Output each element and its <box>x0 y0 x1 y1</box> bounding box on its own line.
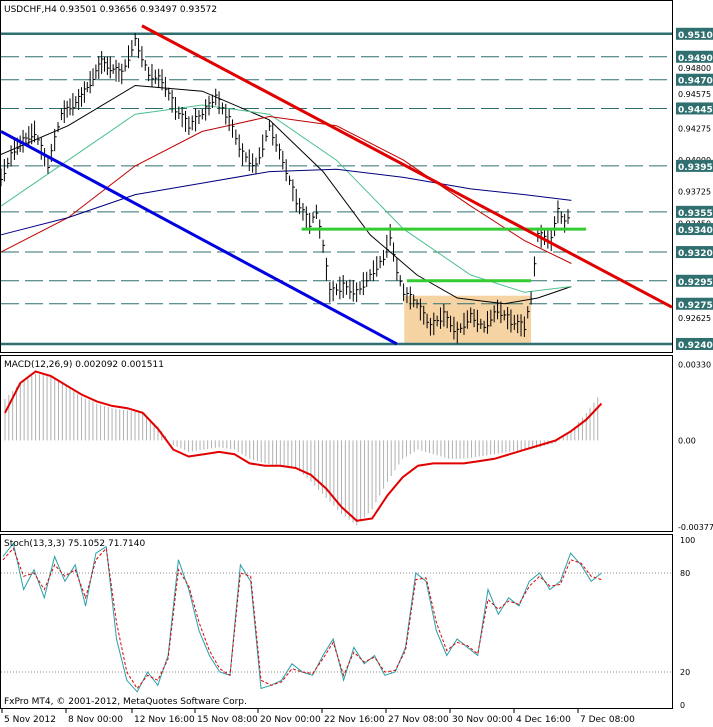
price-axis-label: 0.93725 <box>678 188 711 197</box>
price-axis-label: 0.92950 <box>678 278 713 288</box>
price-axis-label: 0.92400 <box>678 341 713 351</box>
x-axis-label: 5 Nov 2012 <box>4 715 56 725</box>
price-axis-label: 0.95100 <box>678 31 713 41</box>
price-axis-label: 0.92750 <box>678 301 713 311</box>
price-axis-label: 0.93200 <box>678 249 713 259</box>
price-axis-label: 0.94450 <box>678 105 713 115</box>
x-axis-label: 30 Nov 00:00 <box>452 715 513 725</box>
price-axis-label: 0.94700 <box>678 77 713 87</box>
copyright-text: FxPro MT4, © 2001-2012, MetaQuotes Softw… <box>4 697 247 707</box>
price-axis-label: 0.94800 <box>678 64 711 73</box>
stoch-axis-label: 20 <box>680 668 690 677</box>
chart-area: 0.95100 0.949000.94800 0.94700 0.94575 0.944… <box>0 0 713 725</box>
x-axis-label: 4 Dec 16:00 <box>516 715 571 725</box>
price-axis-label: 0.93400 <box>678 226 713 236</box>
macd-panel <box>0 355 673 532</box>
x-axis-label: 8 Nov 00:00 <box>68 715 123 725</box>
price-axis-label: 0.94575 <box>678 90 711 99</box>
price-chart-title: USDCHF,H4 0.93501 0.93656 0.93497 0.9357… <box>4 5 217 15</box>
macd-axis-label: 0.00330 <box>678 361 711 370</box>
macd-axis-label: -0.00377 <box>678 523 713 532</box>
stoch-axis-label: 80 <box>680 569 690 578</box>
price-axis-label: 0.92625 <box>678 314 711 323</box>
x-axis-label: 27 Nov 08:00 <box>388 715 449 725</box>
x-axis-label: 20 Nov 00:00 <box>260 715 321 725</box>
macd-chart-title: MACD(12,26,9) 0.002092 0.001511 <box>4 360 164 370</box>
stoch-axis-label: 0 <box>680 701 685 710</box>
price-axis-label: 0.94900 <box>678 54 713 64</box>
stoch-axis-label: 100 <box>680 536 695 545</box>
x-axis-label: 22 Nov 16:00 <box>324 715 385 725</box>
x-axis-label: 15 Nov 08:00 <box>197 715 258 725</box>
x-axis-label: 7 Dec 08:00 <box>580 715 635 725</box>
price-axis-label: 0.94275 <box>678 125 711 134</box>
x-axis-label: 12 Nov 16:00 <box>134 715 195 725</box>
price-axis-label: 0.93950 <box>678 163 713 173</box>
macd-axis-label: 0.00 <box>678 436 696 445</box>
stoch-chart-title: Stoch(13,3,3) 75.1052 71.7140 <box>4 539 145 549</box>
price-axis-label: 0.93550 <box>678 209 713 219</box>
